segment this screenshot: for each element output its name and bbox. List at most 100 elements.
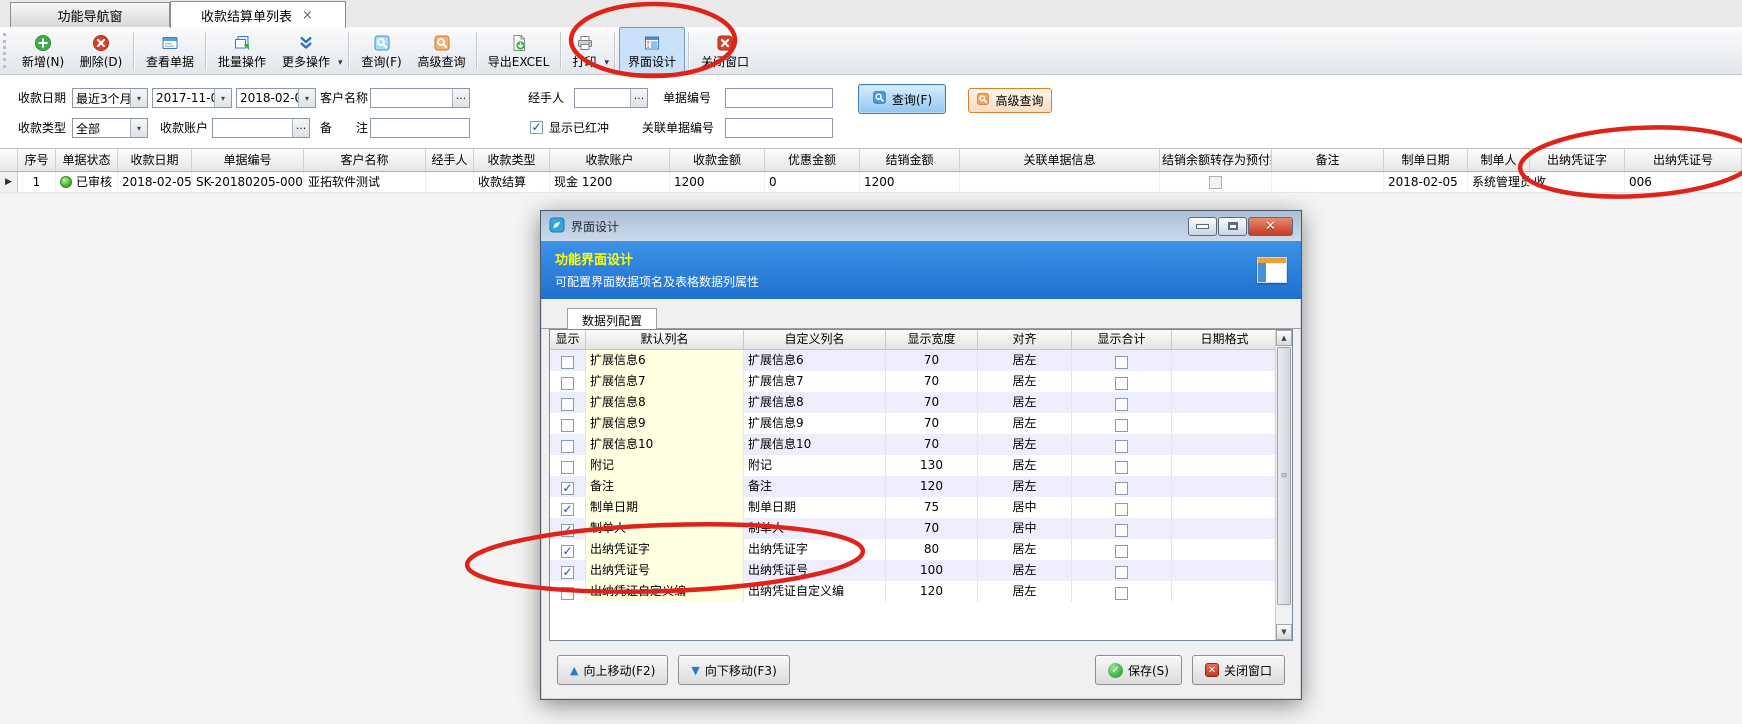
cell-custom-name[interactable]: 扩展信息7 (744, 371, 886, 392)
row-sum-checkbox[interactable] (1115, 377, 1128, 390)
grid-col-creator[interactable]: 制单人 (1468, 149, 1530, 171)
payment-account-input[interactable] (213, 119, 292, 137)
row-sum-checkbox[interactable] (1115, 461, 1128, 474)
dialog-table-row[interactable]: 制单人 制单人 70 居中 (550, 518, 1277, 539)
row-visible-checkbox[interactable] (561, 356, 574, 369)
cell-align[interactable]: 居左 (978, 476, 1072, 497)
cell-align[interactable]: 居左 (978, 539, 1072, 560)
row-sum-checkbox[interactable] (1115, 419, 1128, 432)
dialog-table-row[interactable]: 扩展信息9 扩展信息9 70 居左 (550, 413, 1277, 434)
payment-account-lookup-icon[interactable]: ··· (292, 119, 309, 137)
cell-date-format[interactable] (1172, 518, 1277, 539)
save-button[interactable]: ✓ 保存(S) (1095, 655, 1182, 685)
dialog-close-window-button[interactable]: ✕ 关闭窗口 (1192, 655, 1285, 685)
col-align[interactable]: 对齐 (978, 330, 1072, 349)
row-sum-checkbox[interactable] (1115, 398, 1128, 411)
grid-col-type[interactable]: 收款类型 (474, 149, 550, 171)
cell-width[interactable]: 120 (886, 581, 978, 602)
chevron-down-icon[interactable]: ▾ (298, 89, 315, 107)
grid-col-related[interactable]: 关联单据信息 (960, 149, 1160, 171)
scroll-up-icon[interactable]: ▲ (1276, 330, 1292, 346)
cell-date-format[interactable] (1172, 497, 1277, 518)
grid-col-to-prepay[interactable]: 结销余额转存为预付款 (1160, 149, 1272, 171)
grid-col-seq[interactable]: 序号 (18, 149, 56, 171)
cell-custom-name[interactable]: 附记 (744, 455, 886, 476)
cell-align[interactable]: 居左 (978, 392, 1072, 413)
row-visible-checkbox[interactable] (561, 398, 574, 411)
dialog-title-bar[interactable]: 界面设计 ✕ (541, 211, 1301, 241)
remark-input[interactable] (371, 119, 469, 137)
col-custom-name[interactable]: 自定义列名 (744, 330, 886, 349)
grid-col-status[interactable]: 单据状态 (56, 149, 118, 171)
cell-date-format[interactable] (1172, 434, 1277, 455)
cell-width[interactable]: 120 (886, 476, 978, 497)
grid-col-handler[interactable]: 经手人 (426, 149, 474, 171)
tab-receipt-settlement-list[interactable]: 收款结算单列表 × (170, 1, 346, 28)
cell-date-format[interactable] (1172, 455, 1277, 476)
dialog-table-row[interactable]: 扩展信息7 扩展信息7 70 居左 (550, 371, 1277, 392)
cell-width[interactable]: 70 (886, 371, 978, 392)
payment-type-select[interactable]: 全部 ▾ (72, 118, 148, 138)
scrollbar-thumb[interactable]: ≡ (1277, 347, 1291, 605)
dialog-table-row[interactable]: 附记 附记 130 居左 (550, 455, 1277, 476)
add-button[interactable]: 新增(N) (14, 27, 72, 74)
col-default-name[interactable]: 默认列名 (586, 330, 744, 349)
cell-align[interactable]: 居左 (978, 350, 1072, 371)
view-doc-button[interactable]: 查看单据 (138, 27, 202, 74)
print-button[interactable]: 打印 (565, 27, 605, 74)
grid-col-settled[interactable]: 结销金额 (860, 149, 960, 171)
date-from-select[interactable]: 2017-11-05 ▾ (152, 88, 232, 108)
move-down-button[interactable]: ▼ 向下移动(F3) (678, 655, 789, 685)
customer-lookup-icon[interactable]: ··· (452, 89, 469, 107)
grid-col-date[interactable]: 收款日期 (118, 149, 192, 171)
row-sum-checkbox[interactable] (1115, 482, 1128, 495)
table-row[interactable]: ▶ 1 已审核 2018-02-05 SK-20180205-00001 亚拓软… (0, 172, 1742, 193)
cell-custom-name[interactable]: 出纳凭证自定义编 (744, 581, 886, 602)
cell-align[interactable]: 居左 (978, 434, 1072, 455)
dialog-minimize-button[interactable] (1188, 217, 1217, 236)
col-show-sum[interactable]: 显示合计 (1072, 330, 1172, 349)
cell-width[interactable]: 70 (886, 518, 978, 539)
grid-col-voucher-no[interactable]: 出纳凭证号 (1625, 149, 1742, 171)
cell-date-format[interactable] (1172, 392, 1277, 413)
cell-width[interactable]: 130 (886, 455, 978, 476)
cell-custom-name[interactable]: 扩展信息9 (744, 413, 886, 434)
col-show[interactable]: 显示 (550, 330, 586, 349)
row-sum-checkbox[interactable] (1115, 566, 1128, 579)
grid-col-voucher-word[interactable]: 出纳凭证字 (1530, 149, 1625, 171)
print-dropdown-caret-icon[interactable]: ▾ (605, 27, 612, 74)
move-up-button[interactable]: ▲ 向上移动(F2) (557, 655, 668, 685)
cell-custom-name[interactable]: 扩展信息10 (744, 434, 886, 455)
related-doc-input[interactable] (726, 119, 832, 137)
date-to-select[interactable]: 2018-02-05 ▾ (236, 88, 316, 108)
row-visible-checkbox[interactable] (561, 482, 574, 495)
cell-custom-name[interactable]: 制单人 (744, 518, 886, 539)
grid-col-remark[interactable]: 备注 (1272, 149, 1384, 171)
cell-align[interactable]: 居左 (978, 581, 1072, 602)
grid-col-amount[interactable]: 收款金额 (670, 149, 765, 171)
cell-date-format[interactable] (1172, 560, 1277, 581)
close-window-button[interactable]: 关闭窗口 (693, 27, 757, 74)
row-sum-checkbox[interactable] (1115, 356, 1128, 369)
ui-design-button[interactable]: 界面设计 (619, 27, 685, 74)
row-visible-checkbox[interactable] (561, 503, 574, 516)
cell-custom-name[interactable]: 出纳凭证字 (744, 539, 886, 560)
cell-custom-name[interactable]: 制单日期 (744, 497, 886, 518)
dialog-table-row[interactable]: 出纳凭证号 出纳凭证号 100 居左 (550, 560, 1277, 581)
handler-input[interactable] (575, 89, 630, 107)
dialog-maximize-button[interactable] (1218, 217, 1247, 236)
cell-date-format[interactable] (1172, 581, 1277, 602)
tab-close-icon[interactable]: × (300, 8, 315, 23)
grid-col-account[interactable]: 收款账户 (550, 149, 670, 171)
query-button[interactable]: 查询(F) (858, 84, 946, 114)
row-sum-checkbox[interactable] (1115, 587, 1128, 600)
col-width[interactable]: 显示宽度 (886, 330, 978, 349)
tab-function-nav[interactable]: 功能导航窗 (10, 2, 170, 27)
cell-width[interactable]: 70 (886, 392, 978, 413)
chevron-down-icon[interactable]: ▾ (130, 89, 147, 107)
adv-query-button[interactable]: 高级查询 (968, 88, 1052, 113)
doc-no-input[interactable] (726, 89, 832, 107)
grid-col-discount[interactable]: 优惠金额 (765, 149, 860, 171)
dialog-table-row[interactable]: 出纳凭证自定义编 出纳凭证自定义编 120 居左 (550, 581, 1277, 602)
cell-date-format[interactable] (1172, 539, 1277, 560)
